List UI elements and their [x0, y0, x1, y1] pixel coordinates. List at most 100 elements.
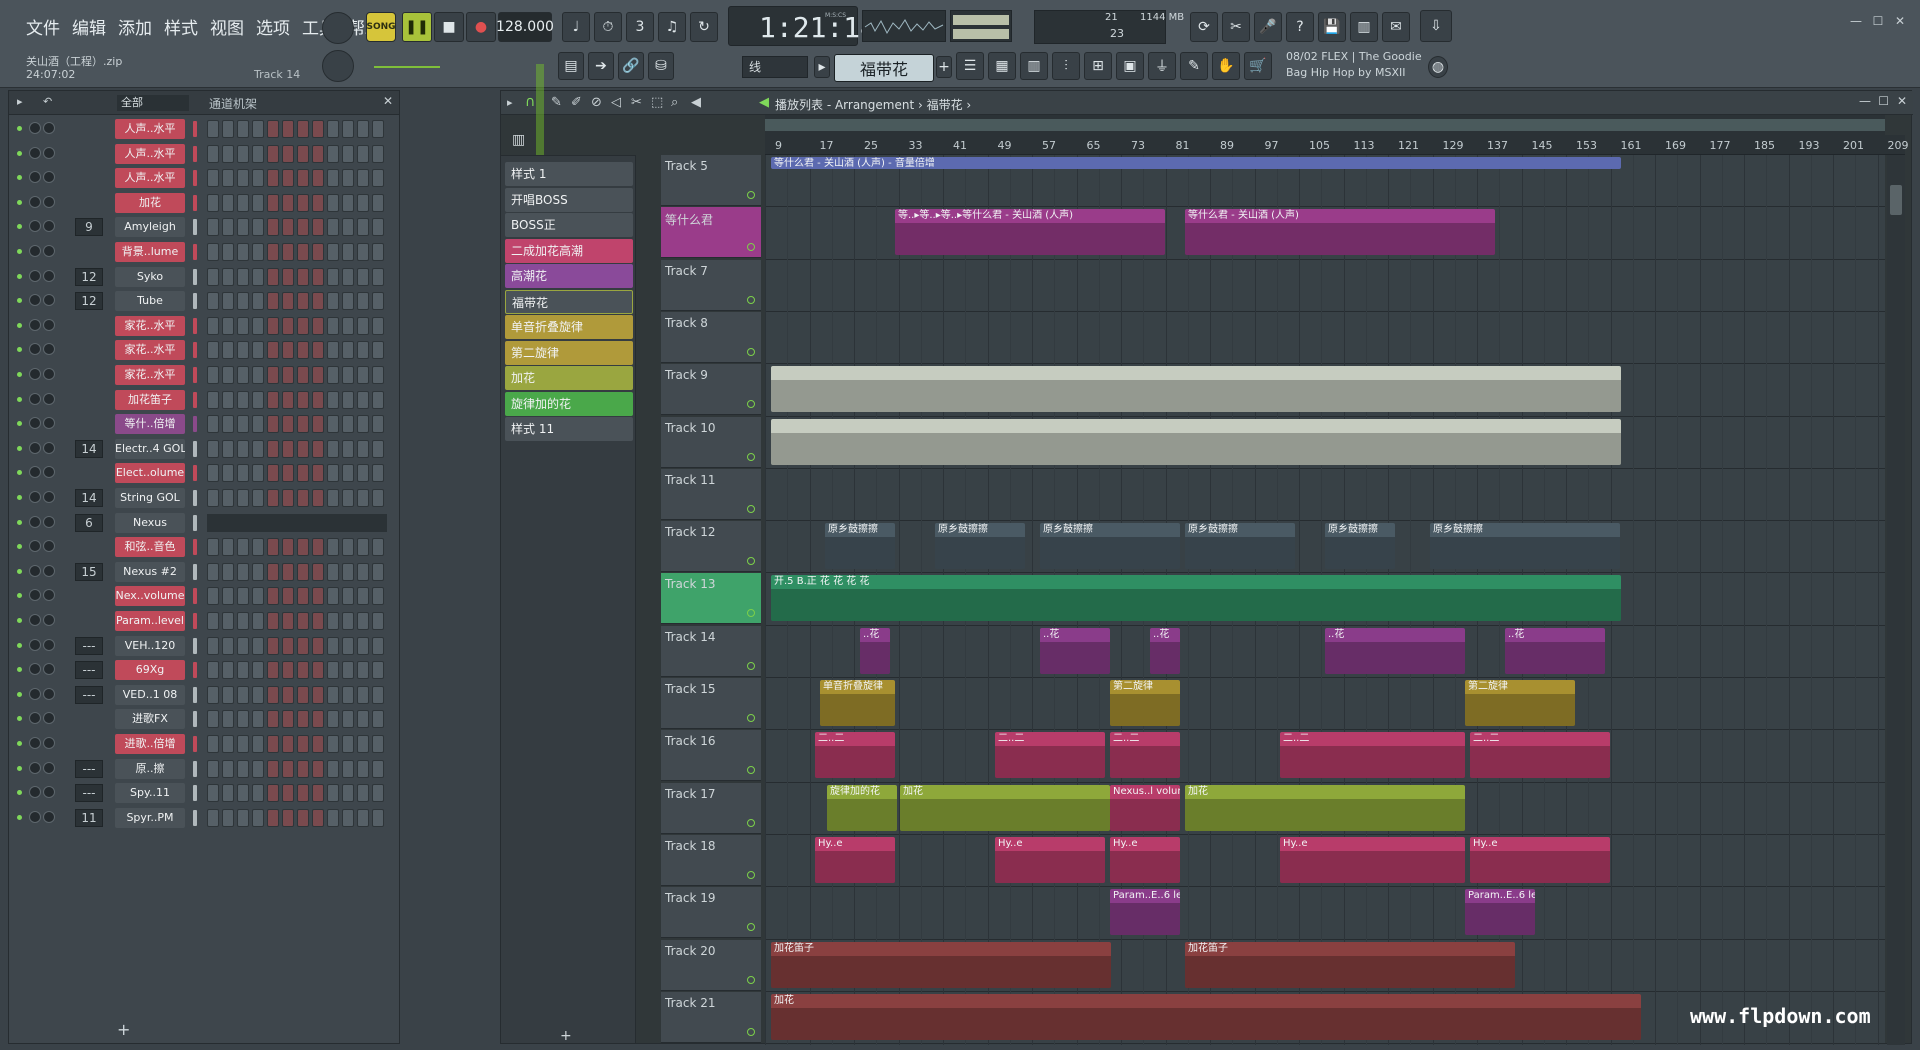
playback-tool-icon[interactable]: ◀ [691, 95, 701, 110]
channel-select-indicator[interactable] [193, 317, 197, 334]
step-button[interactable] [267, 808, 279, 827]
step-button[interactable] [222, 292, 234, 311]
step-button[interactable] [222, 464, 234, 483]
menu-add[interactable]: 添加 [116, 14, 154, 39]
channel-select-indicator[interactable] [193, 293, 197, 310]
channel-mixer-track[interactable]: 11 [75, 808, 103, 827]
channel-led-icon[interactable] [17, 224, 22, 230]
step-button[interactable] [312, 193, 324, 212]
channel-name-button[interactable]: Spy..11 [115, 783, 185, 804]
playlist-clip[interactable]: Hy..e [995, 836, 1105, 883]
track-mute-icon[interactable] [747, 714, 755, 722]
step-button[interactable] [267, 341, 279, 360]
step-button[interactable] [297, 538, 309, 557]
step-button[interactable] [327, 685, 339, 704]
channel-name-button[interactable]: 加花笛子 [115, 389, 185, 410]
step-button[interactable] [372, 784, 384, 803]
channel-select-indicator[interactable] [193, 563, 197, 580]
step-button[interactable] [357, 685, 369, 704]
step-button[interactable] [222, 218, 234, 237]
menu-view[interactable]: 视图 [208, 14, 246, 39]
step-button[interactable] [222, 169, 234, 188]
playlist-clip[interactable]: 开.5 B.正 花 花 花 花 [771, 575, 1621, 622]
playlist-clip[interactable]: 第二旋律 [1110, 680, 1180, 726]
step-button[interactable] [357, 316, 369, 335]
step-button[interactable] [252, 316, 264, 335]
step-button[interactable] [282, 587, 294, 606]
step-button[interactable] [222, 415, 234, 434]
channel-select-indicator[interactable] [193, 465, 197, 482]
step-button[interactable] [372, 415, 384, 434]
channel-row[interactable]: Elect..olume [9, 461, 399, 485]
zoom-tool-icon[interactable]: ⌕ [671, 95, 678, 110]
channel-led-icon[interactable] [17, 716, 22, 722]
step-button[interactable] [342, 710, 354, 729]
playlist-clip[interactable]: 旋律加的花 [827, 784, 897, 831]
step-button[interactable] [282, 808, 294, 827]
channel-name-button[interactable]: Amyleigh [115, 217, 185, 238]
channel-pan-knob[interactable] [29, 245, 41, 257]
step-button[interactable] [207, 784, 219, 803]
step-button[interactable] [357, 710, 369, 729]
step-button[interactable] [297, 169, 309, 188]
vertical-scrollbar[interactable] [1887, 155, 1905, 1045]
step-button[interactable] [282, 562, 294, 581]
channel-pan-knob[interactable] [29, 491, 41, 503]
step-button[interactable] [252, 538, 264, 557]
loop-record-button[interactable]: ↻ [690, 12, 718, 42]
step-button[interactable] [207, 759, 219, 778]
wizard-button[interactable]: ✎ [1180, 52, 1208, 80]
step-button[interactable] [207, 538, 219, 557]
step-button[interactable] [222, 243, 234, 261]
playlist-clip[interactable]: 等..▸等..▸等..▸等什么君 - 关山酒 (人声) [895, 209, 1165, 256]
channel-pan-knob[interactable] [29, 294, 41, 307]
channel-led-icon[interactable] [17, 642, 22, 648]
step-button[interactable] [282, 218, 294, 237]
channel-name-button[interactable]: 和弦..音色 [115, 537, 185, 558]
step-button[interactable] [312, 636, 324, 655]
channel-select-indicator[interactable] [193, 760, 197, 777]
channel-volume-knob[interactable] [43, 540, 55, 553]
step-button[interactable] [222, 193, 234, 212]
step-button[interactable] [327, 169, 339, 188]
channel-select-indicator[interactable] [193, 219, 197, 236]
channel-volume-knob[interactable] [43, 614, 55, 626]
channel-pan-knob[interactable] [29, 515, 41, 528]
step-button[interactable] [327, 808, 339, 827]
step-button[interactable] [282, 390, 294, 409]
step-button[interactable] [372, 464, 384, 483]
channel-row[interactable]: 15 Nexus #2 [9, 560, 399, 584]
step-button[interactable] [297, 366, 309, 384]
channel-mixer-track[interactable]: 6 [75, 513, 103, 532]
step-button[interactable] [357, 439, 369, 458]
channel-led-icon[interactable] [17, 568, 22, 574]
channel-volume-knob[interactable] [43, 638, 55, 651]
playlist-clip[interactable]: Hy..e [1110, 836, 1180, 883]
step-button[interactable] [267, 661, 279, 680]
globe-button[interactable]: ◍ [1428, 56, 1448, 78]
playlist-clip[interactable]: 加花 [771, 993, 1641, 1040]
step-button[interactable] [237, 439, 249, 458]
step-button[interactable] [297, 415, 309, 434]
channel-row[interactable]: 家花..水平 [9, 363, 399, 387]
step-button[interactable] [237, 661, 249, 680]
step-button[interactable] [372, 759, 384, 778]
channel-select-indicator[interactable] [193, 440, 197, 457]
track-mute-icon[interactable] [747, 818, 755, 827]
add-pattern-footer-button[interactable]: + [560, 1028, 572, 1044]
channel-led-icon[interactable] [17, 667, 22, 673]
channel-pan-knob[interactable] [29, 318, 41, 331]
channel-name-button[interactable]: Spyr..PM [115, 807, 185, 828]
step-button[interactable] [327, 292, 339, 311]
channel-led-icon[interactable] [17, 470, 22, 476]
step-button[interactable] [297, 144, 309, 163]
master-volume-knob[interactable] [322, 12, 354, 44]
step-button[interactable] [372, 144, 384, 163]
step-button[interactable] [222, 562, 234, 581]
step-button[interactable] [282, 193, 294, 212]
channel-row[interactable]: 11 Spyr..PM [9, 806, 399, 830]
step-button[interactable] [297, 439, 309, 458]
step-button[interactable] [252, 587, 264, 606]
channel-name-button[interactable]: 人声..水平 [115, 119, 185, 139]
shop-button[interactable]: 🛒 [1244, 52, 1272, 80]
